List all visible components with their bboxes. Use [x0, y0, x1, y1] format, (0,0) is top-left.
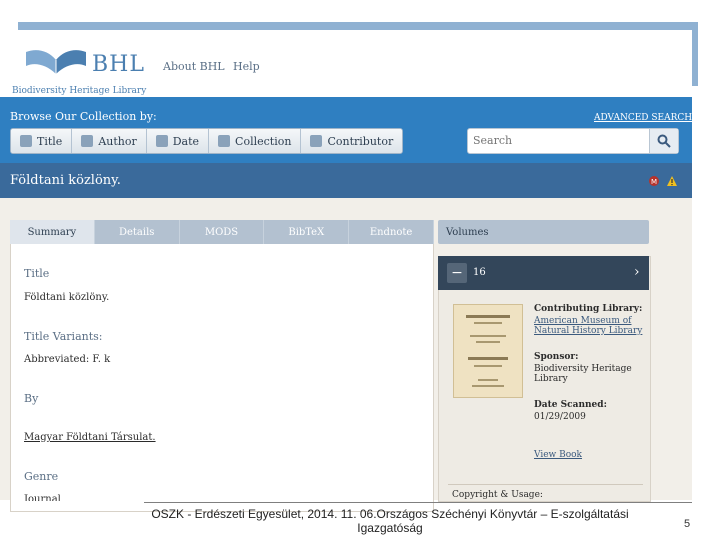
open-book-icon [26, 50, 86, 74]
calendar-icon [155, 135, 168, 147]
collapse-icon[interactable]: − [447, 263, 467, 283]
contributing-library-label: Contributing Library: [534, 304, 643, 314]
tab-summary[interactable]: Summary [10, 220, 95, 244]
page-title: Földtani közlöny. [10, 173, 121, 188]
volume-selector [438, 256, 649, 290]
mendeley-icon[interactable]: M [648, 175, 660, 187]
title-icons: M [648, 175, 678, 187]
copyright-label: Copyright & Usage: [452, 490, 543, 500]
detail-tabs: Summary Details MODS BibTeX Endnote [10, 220, 434, 244]
genre-value: Journal [24, 494, 61, 501]
sponsor-label: Sponsor: [534, 352, 579, 362]
browse-date-label: Date [172, 134, 200, 148]
svg-text:M: M [651, 178, 657, 186]
view-book-link[interactable]: View Book [534, 450, 644, 460]
contributing-library-link[interactable]: American Museum of Natural History Libra… [534, 316, 644, 336]
browse-collection-label: Collection [235, 134, 292, 148]
slide-right-border [692, 26, 698, 86]
sponsor-value: Biodiversity Heritage Library [534, 364, 632, 384]
nav-about[interactable]: About BHL [163, 60, 225, 73]
advanced-search-link[interactable]: ADVANCED SEARCH [594, 113, 692, 123]
nav-help[interactable]: Help [233, 60, 260, 73]
browse-button-group: Title Author Date Collection Contributor [10, 128, 404, 154]
tab-details[interactable]: Details [95, 220, 180, 244]
tab-bibtex[interactable]: BibTeX [264, 220, 350, 244]
browse-author-label: Author [98, 134, 137, 148]
footer-text: OSZK - Erdészeti Egyesület, 2014. 11. 06… [151, 507, 629, 535]
volumes-header: Volumes [438, 220, 649, 244]
book-cover-thumbnail[interactable] [453, 304, 523, 398]
tab-mods[interactable]: MODS [180, 220, 265, 244]
by-label: By [24, 392, 39, 405]
title-icon [20, 135, 32, 147]
search-input[interactable] [468, 129, 648, 152]
browse-collection-button[interactable]: Collection [209, 129, 302, 153]
browse-date-button[interactable]: Date [146, 129, 210, 153]
divider [448, 484, 643, 485]
tab-endnote[interactable]: Endnote [349, 220, 434, 244]
genre-label: Genre [24, 470, 59, 483]
logo-text: BHL [92, 52, 145, 77]
warning-icon[interactable] [666, 175, 678, 187]
title-label: Title [24, 267, 50, 280]
volume-number: 16 [473, 267, 486, 278]
author-link[interactable]: Magyar Földtani Társulat. [24, 432, 156, 443]
building-icon [310, 135, 323, 147]
browse-title-button[interactable]: Title [11, 129, 73, 153]
bhl-logo[interactable]: BHL Biodiversity Heritage Library [12, 40, 152, 100]
chevron-right-icon[interactable]: › [634, 264, 640, 280]
browse-contributor-button[interactable]: Contributor [301, 129, 403, 153]
date-scanned-value: 01/29/2009 [534, 412, 586, 422]
search-box [467, 128, 679, 154]
search-button[interactable] [649, 129, 678, 153]
browse-contributor-label: Contributor [327, 134, 394, 148]
logo-subtitle: Biodiversity Heritage Library [12, 86, 147, 96]
cover-text-lines [466, 315, 510, 387]
author-icon [81, 135, 94, 147]
browse-title-label: Title [37, 134, 63, 148]
page-number: 5 [684, 518, 691, 530]
browse-label: Browse Our Collection by: [10, 110, 157, 123]
search-icon [657, 134, 671, 148]
date-scanned-label: Date Scanned: [534, 400, 607, 410]
title-variants-value: Abbreviated: F. k [24, 354, 111, 365]
collection-icon [218, 135, 231, 147]
title-variants-label: Title Variants: [24, 330, 103, 343]
footer-divider [144, 502, 692, 503]
slide-top-border [18, 22, 698, 30]
title-value: Földtani közlöny. [24, 292, 110, 303]
summary-panel [10, 220, 434, 512]
browse-author-button[interactable]: Author [72, 129, 147, 153]
